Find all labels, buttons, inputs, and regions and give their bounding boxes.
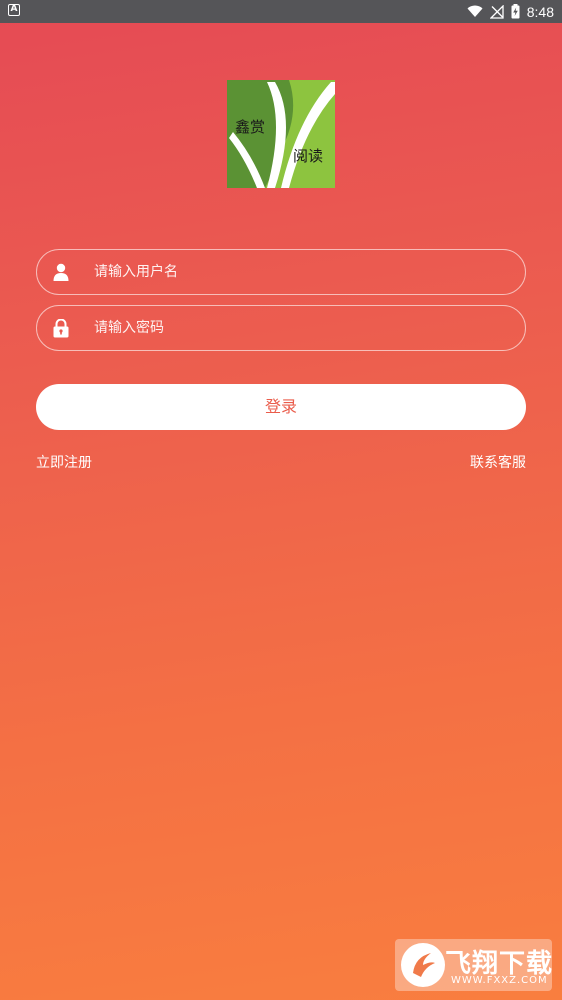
user-icon [52, 262, 70, 282]
watermark-logo-icon [401, 943, 445, 987]
logo-text-line1: 鑫赏 [235, 118, 266, 136]
wifi-icon [467, 5, 483, 18]
status-right-group: 8:48 [467, 0, 554, 23]
username-field-container[interactable] [36, 249, 526, 295]
logo-text-line2: 阅读 [293, 147, 324, 165]
login-button[interactable]: 登录 [36, 384, 526, 430]
password-field-container[interactable] [36, 305, 526, 351]
watermark: 飞翔下载 WWW.FXXZ.COM [395, 939, 552, 991]
signal-icon [489, 4, 504, 19]
login-screen: A 8:48 鑫赏 阅读 请输入用户名 登录 立即注册 联系客服 飞翔下载 WW… [0, 0, 562, 1000]
app-logo: 鑫赏 阅读 [227, 80, 335, 188]
lock-icon [52, 318, 70, 338]
status-time: 8:48 [526, 3, 554, 20]
watermark-url: WWW.FXXZ.COM [451, 975, 548, 986]
username-input[interactable] [92, 251, 505, 293]
password-input[interactable] [92, 307, 505, 349]
status-bar: A 8:48 [0, 0, 562, 23]
battery-charging-icon [511, 4, 520, 19]
app-notification-icon: A [8, 4, 20, 16]
register-link[interactable]: 立即注册 [36, 452, 92, 472]
customer-service-link[interactable]: 联系客服 [470, 452, 526, 472]
